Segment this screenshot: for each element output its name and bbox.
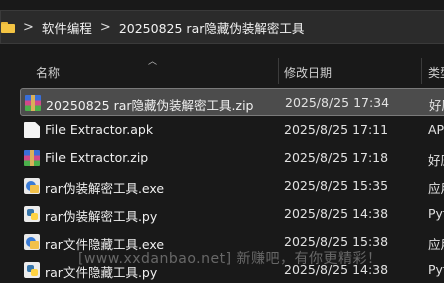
file-type: 应用 bbox=[428, 181, 444, 196]
file-date-modified: 2025/8/25 15:38 bbox=[284, 234, 389, 249]
file-date-modified: 2025/8/25 17:11 bbox=[284, 122, 389, 137]
file-name: rar伪装解密工具.py bbox=[45, 209, 158, 224]
column-header-type[interactable]: 类型 bbox=[428, 64, 444, 81]
file-type: 应用 bbox=[428, 237, 444, 252]
file-type: 好压 bbox=[429, 98, 444, 113]
watermark-text: [www.xxdanbao.net] 新赚吧，有你更精彩！ bbox=[78, 251, 382, 267]
chevron-right-icon: > bbox=[99, 19, 111, 35]
file-date-modified: 2025/8/25 17:18 bbox=[284, 150, 389, 165]
address-bar[interactable]: > 软件编程 > 20250825 rar隐藏伪装解密工具 bbox=[0, 10, 444, 44]
breadcrumb-item-software-programming[interactable]: 软件编程 bbox=[42, 18, 92, 37]
winrar-archive-icon bbox=[24, 150, 40, 166]
column-header-row bbox=[0, 56, 444, 86]
document-icon bbox=[24, 122, 40, 138]
file-date-modified: 2025/8/25 14:38 bbox=[284, 206, 389, 221]
folder-icon bbox=[1, 21, 15, 33]
column-divider[interactable] bbox=[421, 58, 422, 84]
exe-icon bbox=[24, 178, 40, 194]
winrar-archive-icon bbox=[25, 95, 41, 111]
file-row[interactable]: File Extractor.apk 2025/8/25 17:11 AP bbox=[20, 116, 444, 144]
file-type: AP bbox=[428, 122, 444, 137]
file-row[interactable]: File Extractor.zip 2025/8/25 17:18 好压 bbox=[20, 144, 444, 172]
file-type: 好压 bbox=[428, 153, 444, 168]
chevron-right-icon: > bbox=[23, 19, 34, 35]
column-divider[interactable] bbox=[278, 58, 279, 84]
python-icon bbox=[24, 262, 40, 278]
file-type: Pyt bbox=[428, 262, 444, 277]
sort-ascending-icon: ︿ bbox=[148, 57, 158, 67]
file-date-modified: 2025/8/25 15:35 bbox=[284, 178, 389, 193]
file-row[interactable]: rar伪装解密工具.exe 2025/8/25 15:35 应用 bbox=[20, 172, 444, 200]
file-row[interactable]: 20250825 rar隐藏伪装解密工具.zip 2025/8/25 17:34 好… bbox=[20, 88, 444, 116]
file-type: Pyt bbox=[428, 206, 444, 221]
file-name: File Extractor.zip bbox=[45, 150, 149, 165]
file-name: rar伪装解密工具.exe bbox=[45, 181, 165, 196]
file-name: 20250825 rar隐藏伪装解密工具.zip bbox=[46, 98, 254, 113]
breadcrumb-item-current-folder[interactable]: 20250825 rar隐藏伪装解密工具 bbox=[119, 18, 305, 37]
file-row[interactable]: rar伪装解密工具.py 2025/8/25 14:38 Pyt bbox=[20, 200, 444, 228]
python-icon bbox=[24, 206, 40, 222]
column-header-name[interactable]: 名称 bbox=[36, 64, 60, 81]
file-explorer-window: > 软件编程 > 20250825 rar隐藏伪装解密工具 ︿ 名称 修改日期 … bbox=[0, 0, 444, 283]
file-date-modified: 2025/8/25 17:34 bbox=[285, 95, 390, 110]
column-header-date-modified[interactable]: 修改日期 bbox=[284, 64, 332, 81]
file-name: File Extractor.apk bbox=[45, 122, 154, 137]
exe-icon bbox=[24, 234, 40, 250]
